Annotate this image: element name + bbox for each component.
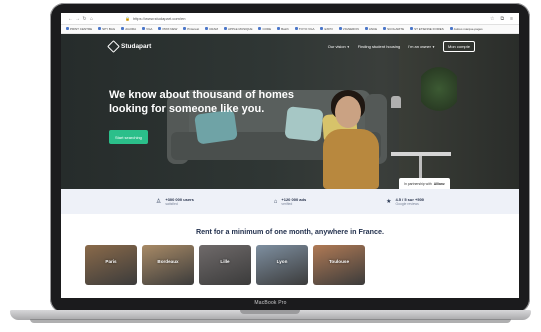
stat-caption: verified [281, 202, 293, 206]
start-searching-button[interactable]: Start searching [109, 130, 148, 144]
stat-users: ♙ +300 000 users satisfied [156, 197, 194, 206]
hero-headline: We know about thousand of homes looking … [109, 89, 294, 115]
city-card-bordeaux[interactable]: Bordeaux [142, 245, 194, 285]
home-icon: ⌂ [273, 198, 278, 205]
logo-icon [107, 39, 120, 53]
browser-actions: ☆ ⧉ ≡ [490, 16, 513, 22]
bookmark[interactable]: CRAM [205, 27, 218, 31]
address-bar[interactable]: 🔒 https://www.studapart.com/en [125, 15, 425, 23]
city-label: Bordeaux [157, 259, 179, 264]
site-header: Studapart Our vision▼ Finding student ho… [61, 34, 519, 58]
extensions-icon[interactable]: ⧉ [501, 16, 505, 22]
address-text: https://www.studapart.com/en [132, 16, 186, 21]
bookmark[interactable]: VIGNERON [338, 27, 359, 31]
city-label: Toulouse [328, 259, 350, 264]
home-icon[interactable]: ⌂ [88, 16, 95, 22]
bookmark[interactable]: EXPO [320, 27, 333, 31]
bookmark[interactable]: SPY BAG [98, 27, 115, 31]
city-label: Lille [220, 259, 230, 264]
bookmark[interactable]: Batch [277, 27, 289, 31]
menu-icon[interactable]: ≡ [510, 16, 513, 22]
user-icon: ♙ [155, 199, 162, 205]
city-cards: Paris Bordeaux Lille Lyon Toulouse [85, 245, 365, 285]
city-card-toulouse[interactable]: Toulouse [313, 245, 365, 285]
bookmark[interactable]: TOYO VGA [294, 27, 314, 31]
site-logo[interactable]: Studapart [107, 39, 152, 53]
stage: ← → ↻ ⌂ 🔒 https://www.studapart.com/en ☆… [0, 0, 541, 332]
hero-section: Studapart Our vision▼ Finding student ho… [61, 34, 519, 189]
nav-owner[interactable]: I'm an owner▼ [408, 44, 435, 49]
bookmark[interactable]: VGA [142, 27, 152, 31]
bookmark[interactable]: Pinterest [183, 27, 199, 31]
bookmark[interactable]: ANCE [364, 27, 377, 31]
bookmark[interactable]: Autres marque-pages [449, 27, 483, 31]
bookmark[interactable]: PRIX NEW [158, 27, 177, 31]
browser-toolbar: ← → ↻ ⌂ 🔒 https://www.studapart.com/en ☆… [61, 13, 519, 25]
chevron-down-icon: ▼ [346, 44, 350, 49]
stats-bar: ♙ +300 000 users satisfied ⌂ +120 000 ad… [61, 189, 519, 214]
account-button[interactable]: Mon compte [442, 40, 475, 52]
device-model-label: MacBook Pro [254, 300, 287, 306]
reload-icon[interactable]: ↻ [81, 16, 88, 22]
nav-our-vision[interactable]: Our vision▼ [328, 44, 350, 49]
stat-caption: satisfied [165, 202, 178, 206]
bookmark[interactable]: ST ETIENNE FOIRES [410, 27, 444, 31]
laptop-shadow [30, 319, 511, 323]
stat-ads: ⌂ +120 000 ads verified [274, 197, 306, 206]
person-body [323, 129, 379, 189]
city-card-lille[interactable]: Lille [199, 245, 251, 285]
main-nav: Our vision▼ Finding student housing I'm … [328, 40, 475, 52]
stat-reviews: ★ 4.5 / 5 sur +500 Google reviews [386, 197, 424, 206]
star-icon[interactable]: ☆ [490, 16, 494, 22]
star-icon: ★ [386, 199, 392, 205]
partner-badge: In partnership with Allianz [399, 178, 450, 189]
city-card-lyon[interactable]: Lyon [256, 245, 308, 285]
lock-icon: 🔒 [125, 16, 130, 21]
lamp-illustration [391, 96, 401, 108]
stat-caption: Google reviews [395, 202, 419, 206]
bookmark[interactable]: PRINT CENTRE [66, 27, 92, 31]
bookmark[interactable]: SCOLARITE [383, 27, 404, 31]
bookmark[interactable]: AGORA [121, 27, 136, 31]
chevron-down-icon: ▼ [432, 44, 435, 49]
bookmarks-bar: PRINT CENTRE SPY BAG AGORA VGA PRIX NEW … [61, 25, 519, 34]
person-head [335, 96, 361, 128]
partner-name: Allianz [433, 181, 445, 186]
nav-finding-housing[interactable]: Finding student housing [358, 44, 400, 49]
city-label: Lyon [276, 259, 288, 264]
partner-prefix: In partnership with [404, 181, 432, 186]
city-label: Paris [105, 259, 117, 264]
city-card-paris[interactable]: Paris [85, 245, 137, 285]
laptop-notch [240, 310, 300, 314]
tagline: Rent for a minimum of one month, anywher… [195, 227, 385, 236]
plant-illustration [421, 64, 457, 114]
back-icon[interactable]: ← [67, 16, 74, 22]
bookmark[interactable]: CODE [258, 27, 271, 31]
logo-text: Studapart [121, 42, 152, 50]
bookmark[interactable]: APPLE MUSIQUE [223, 27, 252, 31]
forward-icon[interactable]: → [74, 16, 81, 22]
